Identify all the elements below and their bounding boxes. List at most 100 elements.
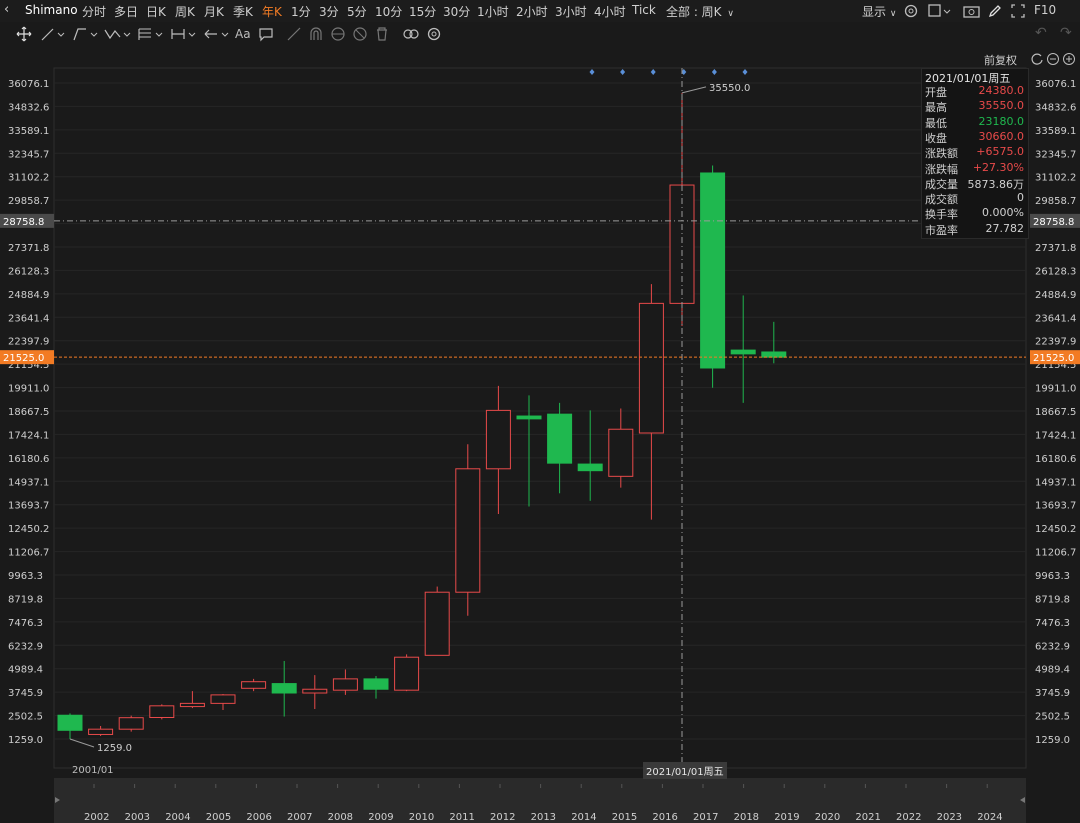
f10-button[interactable]: F10 [1034,3,1056,17]
tab-timeframe[interactable]: 周K [175,3,195,20]
comment-tool-icon[interactable] [258,26,274,42]
x-tick-label: 2015 [612,812,637,823]
y-tick-label: 12450.2 [8,524,49,535]
chevron-left-icon[interactable]: ‹ [4,2,9,17]
info-row-value: 23180.0 [978,114,1025,128]
info-row-label: 涨跌幅 [925,162,958,176]
candle-body [516,415,542,420]
crosshair-price-tag-right-bg [1030,213,1080,228]
camera-icon[interactable] [963,3,981,19]
fullscreen-icon[interactable] [1010,3,1026,19]
x-tick-label: 2023 [937,812,962,823]
arrow-tool-icon[interactable] [203,26,231,42]
top-toolbar: ‹ Shimano 分时 多日 日K 周K 月K 季K 年K 1分 3分 5分 10分 15分 30分 1… [0,0,1080,22]
info-row: 涨跌额 +6575.0 [922,145,1028,160]
ruler-tool-icon[interactable] [286,26,302,42]
range-tool-icon[interactable] [170,26,198,42]
y-tick-label: 27371.8 [1035,243,1076,254]
y-tick-label: 1259.0 [8,735,43,746]
candlestick-chart[interactable]: 36076.1 34832.6 33589.1 32345.7 31102.2 29858… [0,0,1080,823]
settings-icon[interactable] [903,3,919,19]
y-tick-label: 19911.0 [8,384,49,395]
candle-body [547,413,573,464]
tab-timeframe[interactable]: 2小时 [516,3,548,20]
trash-icon[interactable] [374,26,390,42]
navigator-strip[interactable] [54,778,1026,823]
event-dot [589,69,595,75]
event-dot [620,69,626,75]
y-tick-label: 3745.9 [1035,688,1070,699]
link-icon[interactable] [402,26,420,42]
reset-zoom-icon[interactable] [1030,52,1044,66]
y-tick-label: 28615.2 [8,220,49,231]
range-selector[interactable]: 全部 : 周K ∨ [666,3,734,20]
undo-icon[interactable]: ↶ [1035,25,1047,41]
candle-body [669,184,695,304]
crosshair-move-icon[interactable] [16,26,32,42]
tab-timeframe[interactable]: 4小时 [594,3,626,20]
chevron-down-icon: ∨ [889,9,897,19]
tab-timeframe[interactable]: 3小时 [555,3,587,20]
info-row-value: 5873.86万 [967,177,1025,191]
line-tool-icon[interactable] [40,26,66,42]
tab-timeframe[interactable]: 30分 [443,3,470,20]
tab-timeframe[interactable]: Tick [632,3,656,17]
tab-timeframe[interactable]: 多日 [114,3,138,20]
candle-body [730,349,756,355]
y-axis-left: 36076.1 34832.6 33589.1 32345.7 31102.2 29858… [8,79,49,746]
pencil-icon[interactable] [987,3,1003,19]
symbol-label[interactable]: Shimano [25,3,78,17]
plot-frame [53,67,1027,769]
candle-body [302,688,328,694]
tab-timeframe[interactable]: 月K [204,3,224,20]
x-tick-label: 2018 [734,812,759,823]
y-tick-label: 26128.3 [1035,266,1076,277]
y-tick-label: 16180.6 [1035,454,1076,465]
channel-tool-icon[interactable] [72,26,100,42]
tab-timeframe[interactable]: 分时 [82,3,106,20]
info-row: 最高 35550.0 [922,99,1028,114]
eye-icon[interactable] [330,26,346,42]
y-tick-label: 14937.1 [1035,477,1076,488]
tab-timeframe[interactable]: 15分 [409,3,436,20]
info-row-value: 24380.0 [978,84,1025,97]
info-row-label: 成交额 [925,193,958,207]
info-row-label: 成交量 [925,177,958,191]
tab-timeframe[interactable]: 季K [233,3,253,20]
tab-timeframe[interactable]: 日K [146,3,166,20]
tab-timeframe[interactable]: 1小时 [477,3,509,20]
zoom-out-icon[interactable] [1046,52,1060,66]
tab-timeframe[interactable]: 年K [262,3,282,20]
info-row-label: 涨跌额 [925,147,958,161]
y-tick-label: 14937.1 [8,477,49,488]
adjust-mode-button[interactable]: 前复权 [984,52,1017,68]
info-row-label: 开盘 [925,86,947,99]
fibonacci-tool-icon[interactable] [137,26,165,42]
candle-body [577,463,603,472]
hide-drawings-icon[interactable] [352,26,368,42]
y-tick-label: 33589.1 [1035,126,1076,137]
y-tick-label: 13693.7 [8,501,49,512]
event-dot [711,69,717,75]
tab-timeframe[interactable]: 5分 [347,3,367,20]
display-menu[interactable]: 显示 ∨ [862,3,896,20]
square-layout-icon[interactable] [928,3,952,19]
y-axis-right: 36076.1 34832.6 33589.1 32345.7 31102.2 29858… [1035,79,1076,746]
crosshair-price-tag-right: 28758.8 [1033,217,1074,228]
info-row-value: 0.000% [982,206,1024,220]
y-tick-label: 9963.3 [1035,571,1070,582]
pattern-tool-icon[interactable] [104,26,132,42]
zoom-in-icon[interactable] [1062,52,1076,66]
tab-timeframe[interactable]: 1分 [291,3,311,20]
y-tick-label: 4989.4 [1035,665,1070,676]
tab-timeframe[interactable]: 3分 [319,3,339,20]
x-tick-label: 2017 [693,812,718,823]
gear-icon[interactable] [426,26,442,42]
tab-timeframe[interactable]: 10分 [375,3,402,20]
y-tick-label: 21154.5 [8,360,49,371]
info-row-value: 35550.0 [978,99,1025,113]
y-tick-label: 13693.7 [1035,501,1076,512]
text-tool-icon[interactable]: Aa [235,27,251,41]
redo-icon[interactable]: ↷ [1060,25,1072,41]
magnet-icon[interactable] [308,26,324,42]
